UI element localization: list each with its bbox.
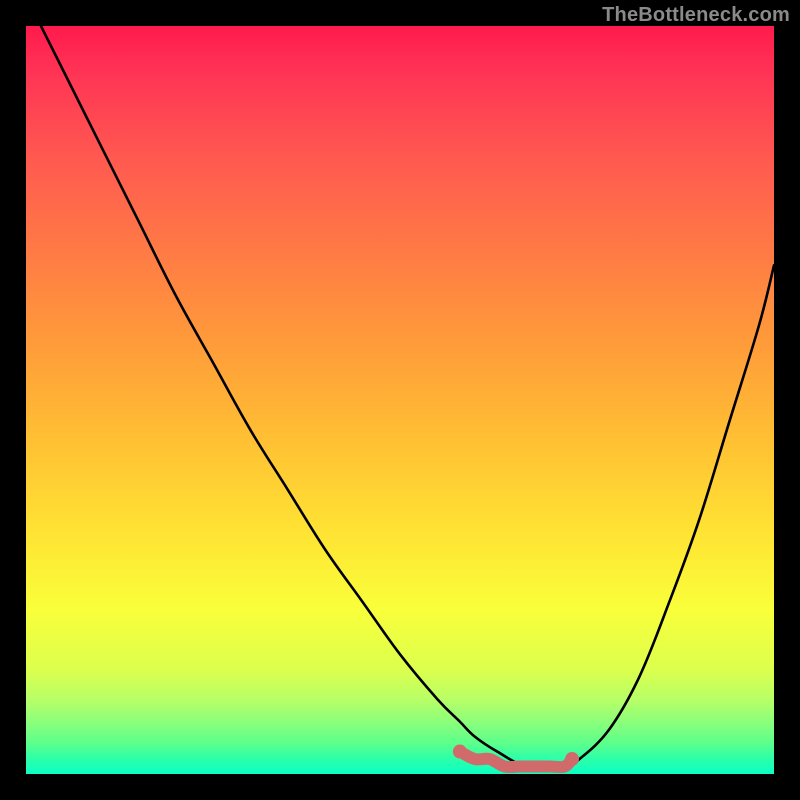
curve-path: [41, 26, 774, 768]
plot-area: [26, 26, 774, 774]
marker-strip: [460, 752, 572, 768]
chart-frame: TheBottleneck.com: [0, 0, 800, 800]
chart-svg: [26, 26, 774, 774]
marker-end-dot: [565, 752, 579, 766]
watermark-text: TheBottleneck.com: [602, 4, 790, 27]
marker-start-dot: [453, 745, 467, 759]
